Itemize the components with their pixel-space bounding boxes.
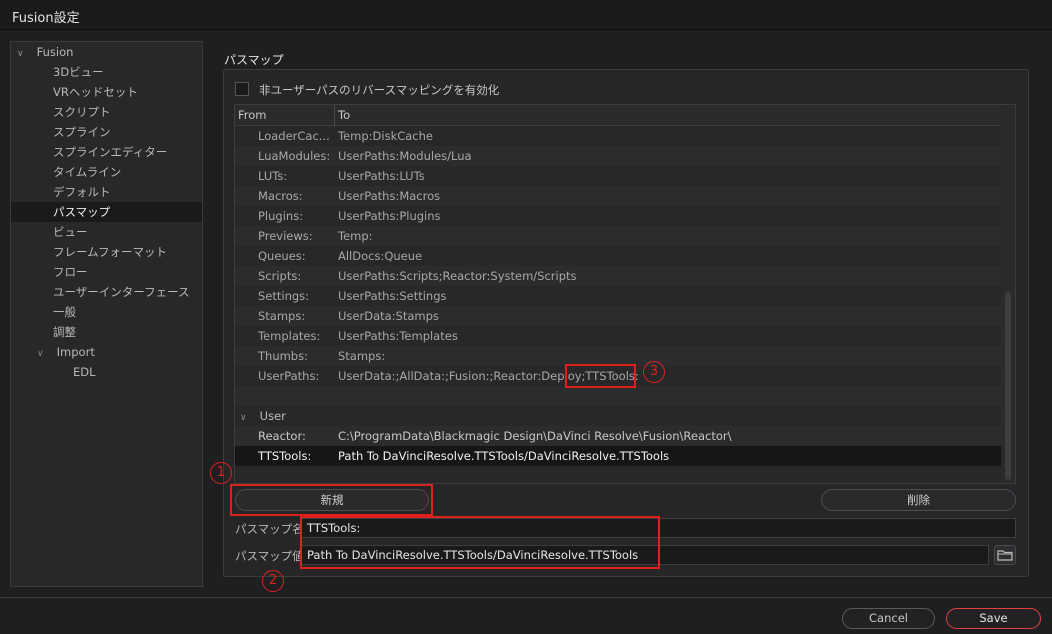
save-button[interactable]: Save (946, 608, 1041, 629)
table-row[interactable]: Templates: UserPaths:Templates (235, 326, 1001, 346)
annotation-box-fields (300, 516, 660, 569)
path-map-tree[interactable]: From To LoaderCac... Temp:DiskCache LuaM… (234, 104, 1016, 484)
sidebar-item-tweaks[interactable]: 調整 (11, 322, 202, 342)
sidebar-item-script[interactable]: スクリプト (11, 102, 202, 122)
browse-folder-button[interactable] (994, 545, 1016, 565)
page-title: パスマップ (224, 53, 284, 67)
annotation-box-new (230, 484, 433, 516)
sidebar-item-vr-headset[interactable]: VRヘッドセット (11, 82, 202, 102)
tree-section-user[interactable]: ∨ User (235, 406, 1001, 426)
settings-sidebar: ∨ Fusion 3Dビュー VRヘッドセット スクリプト スプライン スプライ… (10, 41, 203, 587)
sidebar-item-timeline[interactable]: タイムライン (11, 162, 202, 182)
scrollbar-thumb[interactable] (1005, 292, 1011, 480)
table-row[interactable]: Settings: UserPaths:Settings (235, 286, 1001, 306)
chevron-down-icon[interactable]: ∨ (240, 408, 250, 428)
annotation-marker-3: 3 (643, 361, 665, 383)
sidebar-item-flow[interactable]: フロー (11, 262, 202, 282)
table-row[interactable]: LuaModules: UserPaths:Modules/Lua (235, 146, 1001, 166)
table-row[interactable]: Reactor: C:\ProgramData\Blackmagic Desig… (235, 426, 1001, 446)
sidebar-item-spline[interactable]: スプライン (11, 122, 202, 142)
sidebar-item-edl[interactable]: EDL (11, 362, 202, 382)
sidebar-item-spline-editor[interactable]: スプラインエディター (11, 142, 202, 162)
table-row-empty (235, 386, 1001, 406)
reverse-mapping-label: 非ユーザーパスのリバースマッピングを有効化 (259, 83, 500, 97)
sidebar-item-frame-format[interactable]: フレームフォーマット (11, 242, 202, 262)
cancel-button[interactable]: Cancel (842, 608, 935, 629)
table-row[interactable]: Previews: Temp: (235, 226, 1001, 246)
sidebar-item-user-interface[interactable]: ユーザーインターフェース (11, 282, 202, 302)
window-title: Fusion設定 (12, 11, 80, 26)
sidebar-item-path-map[interactable]: パスマップ (11, 202, 202, 222)
annotation-marker-1: 1 (210, 462, 232, 484)
sidebar-item-fusion[interactable]: ∨ Fusion (11, 42, 202, 62)
sidebar-item-defaults[interactable]: デフォルト (11, 182, 202, 202)
table-row-selected[interactable]: TTSTools: Path To DaVinciResolve.TTSTool… (235, 446, 1001, 466)
table-row[interactable]: Scripts: UserPaths:Scripts;Reactor:Syste… (235, 266, 1001, 286)
title-bar: Fusion設定 (0, 0, 1052, 30)
sidebar-item-view[interactable]: ビュー (11, 222, 202, 242)
chevron-down-icon[interactable]: ∨ (17, 44, 27, 64)
table-row[interactable]: Thumbs: Stamps: (235, 346, 1001, 366)
reverse-mapping-checkbox[interactable] (235, 82, 249, 96)
sidebar-item-3d-view[interactable]: 3Dビュー (11, 62, 202, 82)
table-row[interactable]: Stamps: UserData:Stamps (235, 306, 1001, 326)
sidebar-item-general[interactable]: 一般 (11, 302, 202, 322)
delete-button[interactable]: 削除 (821, 489, 1016, 511)
table-row[interactable]: LoaderCac... Temp:DiskCache (235, 126, 1001, 146)
column-from[interactable]: From (238, 108, 267, 122)
tree-scrollbar[interactable] (1001, 105, 1015, 483)
annotation-marker-2: 2 (262, 570, 284, 592)
table-row[interactable]: LUTs: UserPaths:LUTs (235, 166, 1001, 186)
chevron-down-icon[interactable]: ∨ (37, 344, 47, 364)
column-divider[interactable] (334, 105, 335, 126)
tree-header: From To (235, 105, 1002, 126)
folder-icon (997, 550, 1013, 561)
table-row[interactable]: Plugins: UserPaths:Plugins (235, 206, 1001, 226)
annotation-box-userpaths (565, 364, 636, 388)
table-row[interactable]: Macros: UserPaths:Macros (235, 186, 1001, 206)
sidebar-item-import[interactable]: ∨ Import (11, 342, 202, 362)
column-to[interactable]: To (338, 108, 350, 122)
table-row[interactable]: Queues: AllDocs:Queue (235, 246, 1001, 266)
